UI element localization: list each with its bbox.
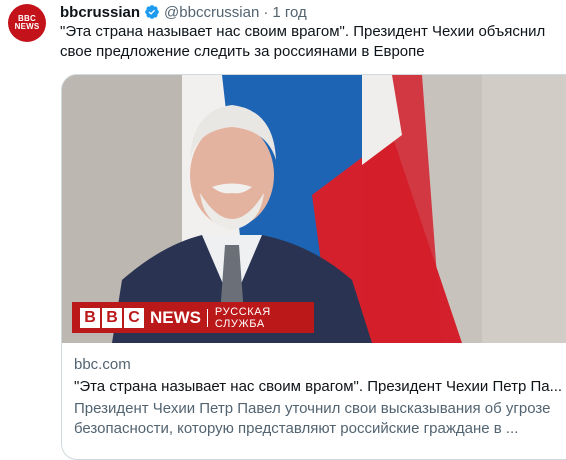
separator-dot: · [263, 3, 269, 21]
bbc-logo-letter: C [124, 307, 144, 328]
link-card[interactable]: B B C NEWS РУССКАЯ СЛУЖБА bbc.com "Эта с… [61, 74, 566, 460]
tweet-text: "Эта страна называет нас своим врагом". … [60, 23, 546, 60]
bbc-logo-letter: B [80, 307, 100, 328]
bbc-service-label: РУССКАЯ СЛУЖБА [214, 305, 271, 330]
handle[interactable]: @bbccrussian [164, 4, 259, 21]
bbc-logo: B B C [80, 307, 144, 328]
card-image[interactable]: B B C NEWS РУССКАЯ СЛУЖБА [62, 75, 566, 343]
avatar-logo-line2: NEWS [14, 22, 40, 31]
tweet-header: bbcrussian @bbccrussian · 1 год [60, 2, 307, 22]
avatar[interactable]: BBC NEWS [8, 4, 46, 42]
card-description: Президент Чехии Петр Павел уточнил свои … [74, 400, 551, 437]
bbc-news-banner: B B C NEWS РУССКАЯ СЛУЖБА [72, 302, 314, 333]
timestamp[interactable]: 1 год [272, 4, 306, 21]
banner-divider [207, 308, 208, 327]
verified-badge-icon [144, 4, 160, 20]
bbc-logo-letter: B [102, 307, 122, 328]
card-title[interactable]: "Эта страна называет нас своим врагом". … [74, 377, 564, 397]
card-body[interactable]: bbc.com "Эта страна называет нас своим в… [74, 355, 566, 439]
card-domain: bbc.com [74, 356, 131, 373]
display-name[interactable]: bbcrussian [60, 4, 140, 21]
bbc-news-label: NEWS [150, 307, 201, 327]
